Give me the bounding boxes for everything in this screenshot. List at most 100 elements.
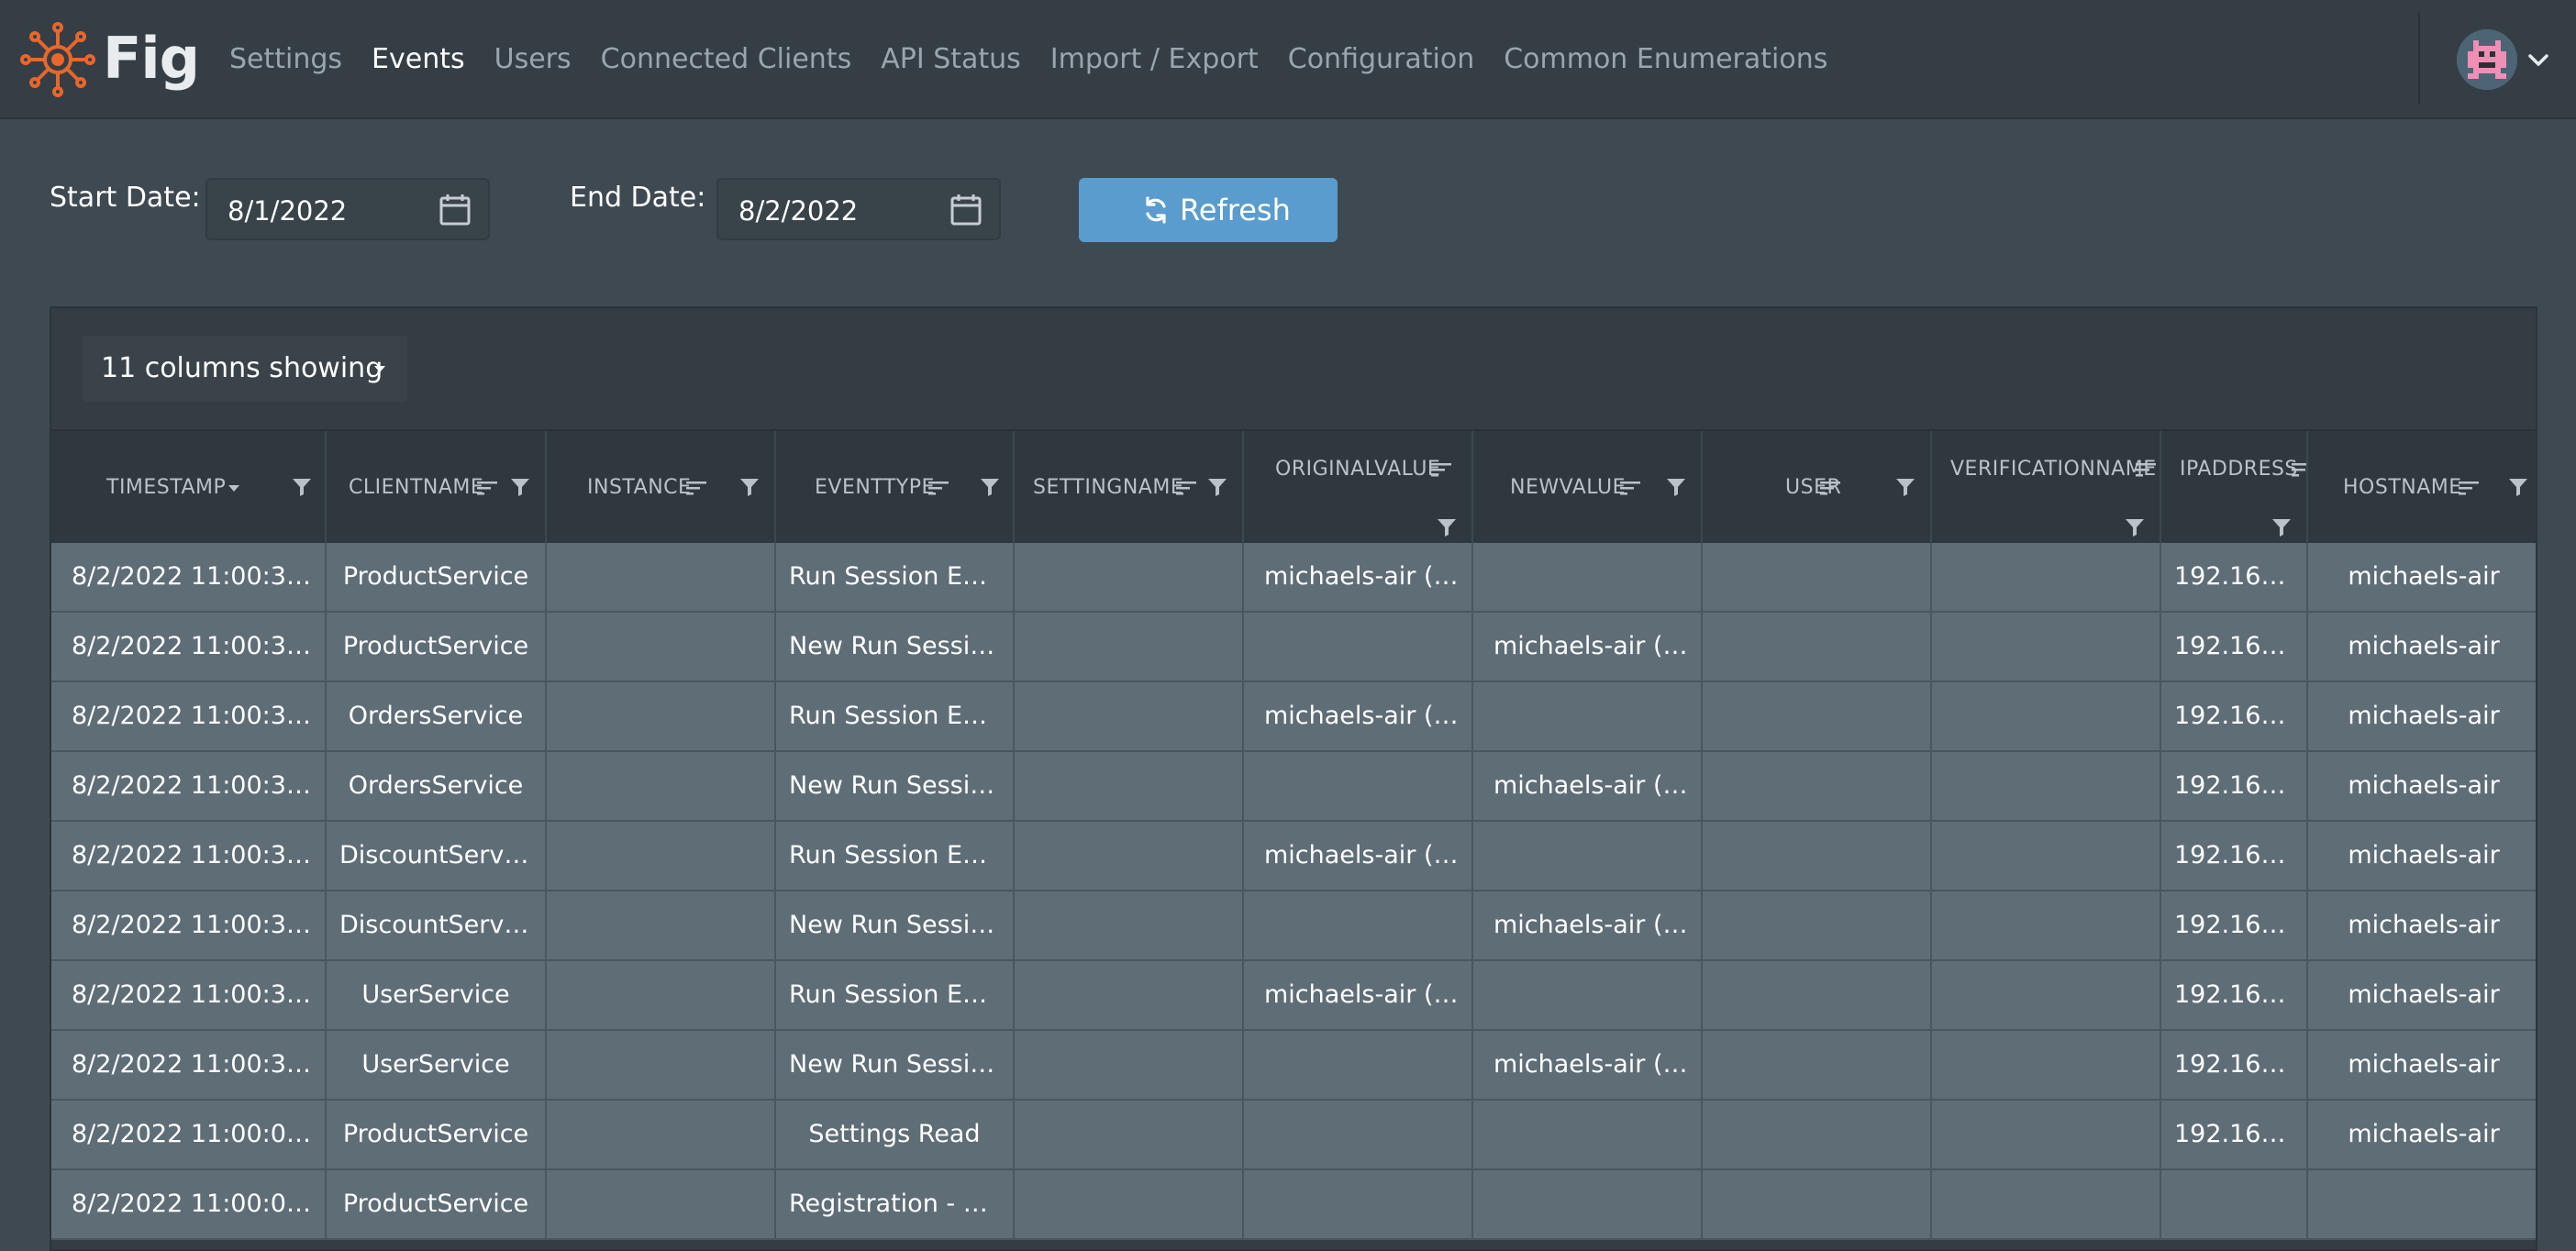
sort-icon[interactable] <box>1820 481 1840 495</box>
sort-icon[interactable] <box>1431 462 1451 477</box>
cell-timestamp: 8/2/2022 11:00:38 PM <box>51 613 327 681</box>
column-header-timestamp[interactable]: TIMESTAMP <box>51 431 327 545</box>
column-header-user[interactable]: USER <box>1703 431 1932 545</box>
end-date-label: End Date: <box>570 182 706 214</box>
column-header-eventtype[interactable]: EVENTTYPE <box>776 431 1015 545</box>
refresh-button[interactable]: Refresh <box>1079 178 1338 242</box>
column-header-instance[interactable]: INSTANCE <box>547 431 776 545</box>
cell-ipaddress <box>2161 1170 2308 1238</box>
cell-eventtype: Registration - N… <box>776 1170 1015 1238</box>
column-header-label: IPADDRESS <box>2180 458 2298 481</box>
column-header-label: HOSTNAME <box>2343 476 2462 499</box>
filter-icon[interactable] <box>2271 517 2292 537</box>
column-header-originalvalue[interactable]: ORIGINALVALUE <box>1244 431 1473 545</box>
sort-icon[interactable] <box>1620 481 1640 495</box>
filter-icon[interactable] <box>1666 477 1686 497</box>
cell-eventtype: New Run Session <box>776 1031 1015 1099</box>
sort-icon[interactable] <box>477 481 497 495</box>
nav-item-configuration[interactable]: Configuration <box>1288 37 1474 83</box>
cell-eventtype: Run Session Exp… <box>776 682 1015 750</box>
filter-icon[interactable] <box>980 477 1000 497</box>
column-header-ipaddress[interactable]: IPADDRESS <box>2161 431 2308 545</box>
column-header-hostname[interactable]: HOSTNAME <box>2308 431 2536 545</box>
filter-icon[interactable] <box>292 477 312 497</box>
filter-icon[interactable] <box>1207 477 1227 497</box>
cell-settingname <box>1015 613 1244 681</box>
cell-clientname: ProductService <box>327 1170 547 1238</box>
cell-hostname: michaels-air <box>2348 911 2500 939</box>
column-header-settingname[interactable]: SETTINGNAME <box>1015 431 1244 545</box>
cell-settingname <box>1015 1101 1244 1168</box>
end-date-input[interactable]: 8/2/2022 <box>716 178 1001 240</box>
calendar-icon[interactable] <box>439 193 472 227</box>
cell-timestamp: 8/2/2022 11:00:36 PM <box>51 822 327 890</box>
column-header-newvalue[interactable]: NEWVALUE <box>1473 431 1703 545</box>
cell-newvalue <box>1473 1170 1703 1238</box>
sort-icon[interactable] <box>2459 481 2479 495</box>
cell-timestamp: 8/2/2022 11:00:36 PM <box>51 961 327 1029</box>
pixel-avatar-icon <box>2457 29 2517 90</box>
fig-logo-icon[interactable] <box>18 20 97 99</box>
sort-icon[interactable] <box>1176 481 1196 495</box>
columns-selector-button[interactable]: 11 columns showing <box>83 336 407 402</box>
filter-icon[interactable] <box>739 477 760 497</box>
table-row[interactable]: 8/2/2022 11:00:36 PM DiscountService Run S… <box>51 822 2536 891</box>
cell-clientname: ProductService <box>327 543 547 611</box>
nav-item-api-status[interactable]: API Status <box>881 37 1021 83</box>
table-row[interactable]: 8/2/2022 11:00:38 PM ProductService New Ru… <box>51 613 2536 682</box>
nav-item-events[interactable]: Events <box>372 37 465 83</box>
brand-name[interactable]: Fig <box>103 22 200 95</box>
cell-ipaddress: 192.168… <box>2161 543 2308 611</box>
cell-user <box>1703 543 1932 611</box>
table-row[interactable]: 8/2/2022 11:00:08 PM ProductService Regist… <box>51 1170 2536 1240</box>
refresh-icon <box>1146 196 1166 224</box>
nav-item-settings[interactable]: Settings <box>229 37 342 83</box>
cell-clientname: ProductService <box>327 613 547 681</box>
cell-originalvalue: michaels-air (1… <box>1244 961 1473 1029</box>
filter-icon[interactable] <box>2508 477 2528 497</box>
cell-timestamp: 8/2/2022 11:00:38 PM <box>51 543 327 611</box>
sort-icon[interactable] <box>2292 462 2308 477</box>
chevron-down-icon[interactable] <box>2525 46 2552 73</box>
sort-icon[interactable] <box>686 481 706 495</box>
filter-icon[interactable] <box>510 477 530 497</box>
column-header-label: INSTANCE <box>587 476 692 499</box>
cell-ipaddress: 192.168… <box>2161 682 2308 750</box>
cell-timestamp: 8/2/2022 11:00:37 PM <box>51 752 327 820</box>
table-row[interactable]: 8/2/2022 11:00:37 PM OrdersService New Run… <box>51 752 2536 822</box>
cell-instance <box>547 752 776 820</box>
nav-item-import-export[interactable]: Import / Export <box>1050 37 1259 83</box>
table-row[interactable]: 8/2/2022 11:00:36 PM DiscountService New R… <box>51 891 2536 961</box>
cell-ipaddress: 192.168… <box>2161 822 2308 890</box>
table-row[interactable]: 8/2/2022 11:00:36 PM UserService Run Sessi… <box>51 961 2536 1031</box>
column-header-clientname[interactable]: CLIENTNAME <box>327 431 547 545</box>
table-row[interactable]: 8/2/2022 11:00:08 PM ProductService Settin… <box>51 1101 2536 1170</box>
cell-user <box>1703 1031 1932 1099</box>
column-header-label: ORIGINALVALUE <box>1275 458 1441 481</box>
filter-icon[interactable] <box>1895 477 1915 497</box>
cell-originalvalue <box>1244 891 1473 959</box>
start-date-input[interactable]: 8/1/2022 <box>205 178 490 240</box>
filter-icon[interactable] <box>1437 517 1457 537</box>
cell-verificationname <box>1932 752 2161 820</box>
table-row[interactable]: 8/2/2022 11:00:37 PM OrdersService Run Ses… <box>51 682 2536 752</box>
cell-clientname: DiscountService <box>327 891 547 959</box>
table-row[interactable]: 8/2/2022 11:00:38 PM ProductService Run Se… <box>51 543 2536 613</box>
nav-item-common-enumerations[interactable]: Common Enumerations <box>1504 37 1827 83</box>
top-navigation-bar: Fig Settings Events Users Connected Clie… <box>0 0 2576 119</box>
cell-verificationname <box>1932 682 2161 750</box>
sort-icon[interactable] <box>928 481 949 495</box>
table-row[interactable]: 8/2/2022 11:00:36 PM UserService New Run S… <box>51 1031 2536 1101</box>
sort-descending-icon[interactable] <box>228 483 240 493</box>
cell-newvalue <box>1473 543 1703 611</box>
nav-item-users[interactable]: Users <box>494 37 572 83</box>
cell-ipaddress: 192.168… <box>2161 891 2308 959</box>
column-header-verificationname[interactable]: VERIFICATIONNAME <box>1932 431 2161 545</box>
cell-originalvalue: michaels-air (1… <box>1244 543 1473 611</box>
cell-hostname: michaels-air <box>2348 1120 2500 1148</box>
nav-item-connected-clients[interactable]: Connected Clients <box>601 37 852 83</box>
sort-icon[interactable] <box>2136 462 2156 477</box>
filter-icon[interactable] <box>2125 517 2145 537</box>
calendar-icon[interactable] <box>949 193 983 227</box>
user-avatar[interactable] <box>2457 29 2517 90</box>
